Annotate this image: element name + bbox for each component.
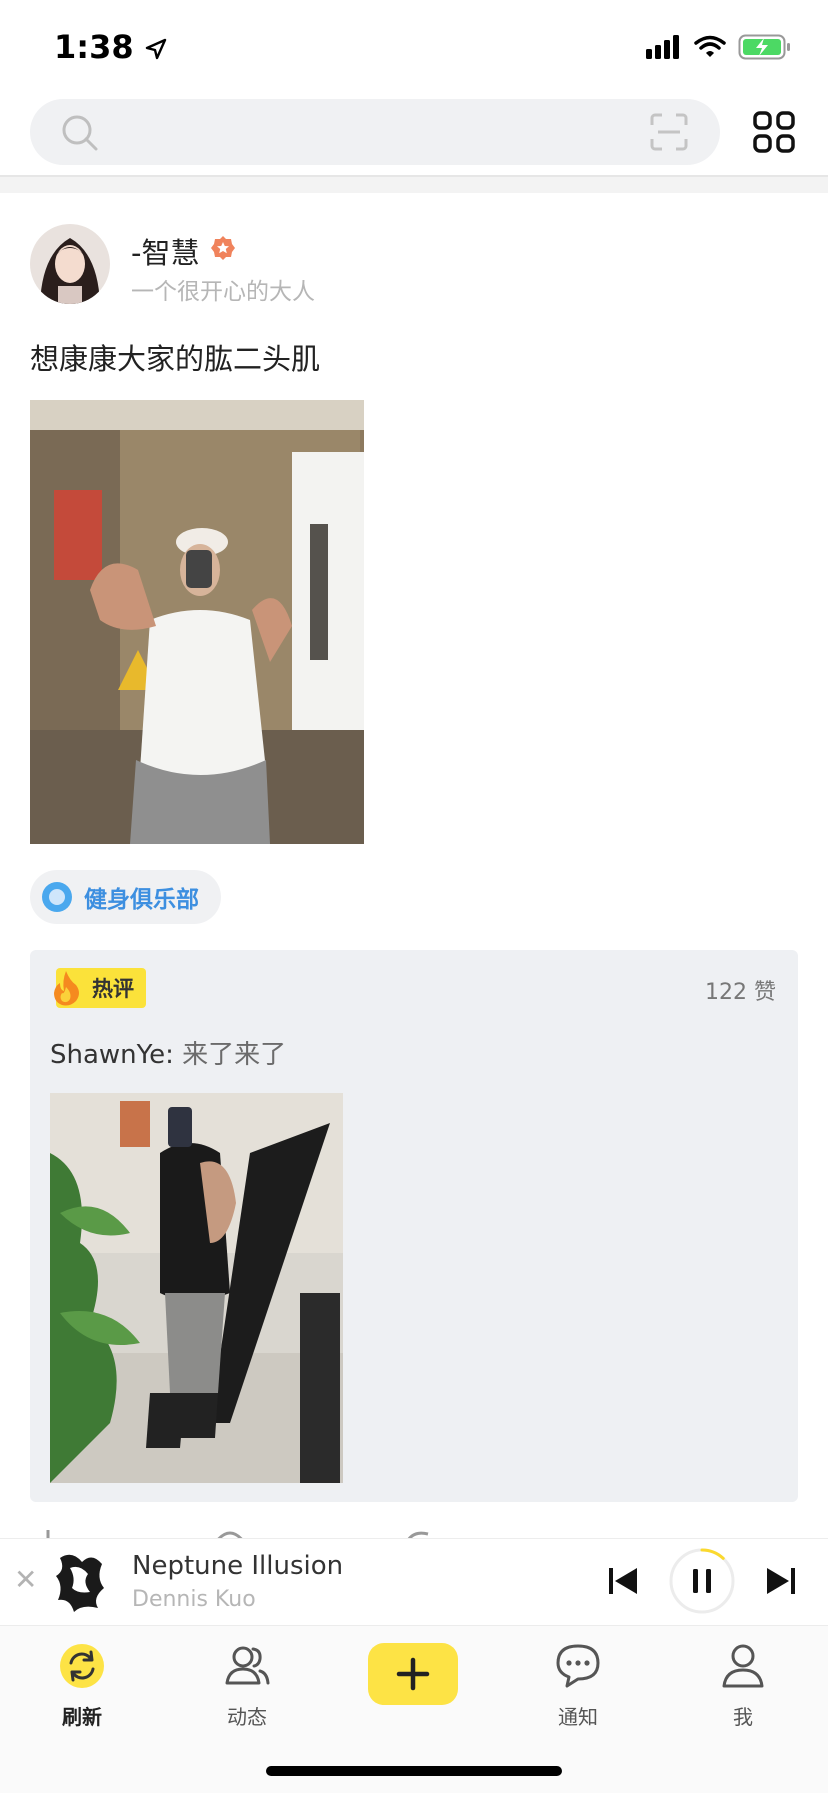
status-time: 1:38 (54, 28, 167, 66)
comment-likes[interactable]: 122 赞 (705, 974, 776, 1006)
comment-action-icon[interactable] (212, 1528, 248, 1538)
post-image[interactable] (30, 400, 364, 844)
status-indicators (646, 34, 792, 60)
location-arrow-icon (145, 38, 166, 60)
user-signature: 一个很开心的大人 (131, 279, 315, 305)
avatar-photo (30, 224, 110, 304)
tab-friends[interactable]: 动态 (192, 1641, 302, 1730)
pause-button[interactable] (668, 1547, 736, 1615)
tab-label: 我 (733, 1705, 753, 1729)
post-text: 想康康大家的肱二头肌 (30, 342, 321, 376)
cellular-signal-icon (646, 35, 679, 59)
flame-icon (54, 971, 79, 1006)
song-artist: Dennis Kuo (132, 1587, 256, 1612)
tab-me[interactable]: 我 (688, 1641, 798, 1730)
friends-icon (225, 1646, 270, 1685)
home-indicator (266, 1766, 562, 1776)
refresh-icon (60, 1644, 104, 1688)
share-action-icon[interactable] (402, 1528, 432, 1538)
post-username[interactable]: -智慧 (131, 230, 199, 272)
topic-label: 健身俱乐部 (84, 887, 199, 913)
close-icon[interactable]: ✕ (14, 1563, 37, 1596)
chat-bubble-icon (556, 1644, 600, 1688)
tab-label: 通知 (558, 1705, 598, 1729)
topic-chip[interactable]: 健身俱乐部 (30, 870, 221, 924)
song-title: Neptune Illusion (132, 1551, 344, 1581)
compose-button[interactable] (368, 1643, 458, 1705)
search-icon (62, 115, 98, 151)
comment-image[interactable] (50, 1093, 343, 1483)
tab-notifications[interactable]: 通知 (523, 1641, 633, 1730)
person-icon (722, 1644, 764, 1688)
topic-icon (42, 882, 72, 912)
comment-body: 来了来了 (173, 1040, 287, 1070)
tab-label: 动态 (227, 1705, 267, 1729)
feed-gap (0, 177, 828, 193)
plus-icon (396, 1657, 430, 1691)
album-art[interactable] (52, 1548, 110, 1614)
gym-selfie-photo (30, 400, 364, 844)
comment-author[interactable]: ShawnYe: (50, 1040, 174, 1070)
next-track-icon[interactable] (764, 1564, 798, 1598)
album-art-image (52, 1548, 110, 1614)
scan-icon[interactable] (650, 113, 688, 151)
battery-charging-icon (738, 34, 790, 60)
tab-refresh[interactable]: 刷新 (27, 1641, 137, 1730)
verified-badge-icon (211, 236, 235, 260)
grid-menu-icon[interactable] (752, 110, 796, 154)
tab-label: 刷新 (62, 1705, 102, 1729)
previous-track-icon[interactable] (606, 1564, 640, 1598)
like-action-icon[interactable] (42, 1528, 62, 1538)
gym-mirror-photo (50, 1093, 343, 1483)
wifi-icon (694, 35, 726, 57)
comment-text: ShawnYe: 来了来了 (50, 1034, 286, 1071)
avatar[interactable] (30, 224, 110, 304)
search-bar[interactable] (30, 99, 720, 165)
hot-comment-tag: 热评 (50, 968, 146, 1008)
